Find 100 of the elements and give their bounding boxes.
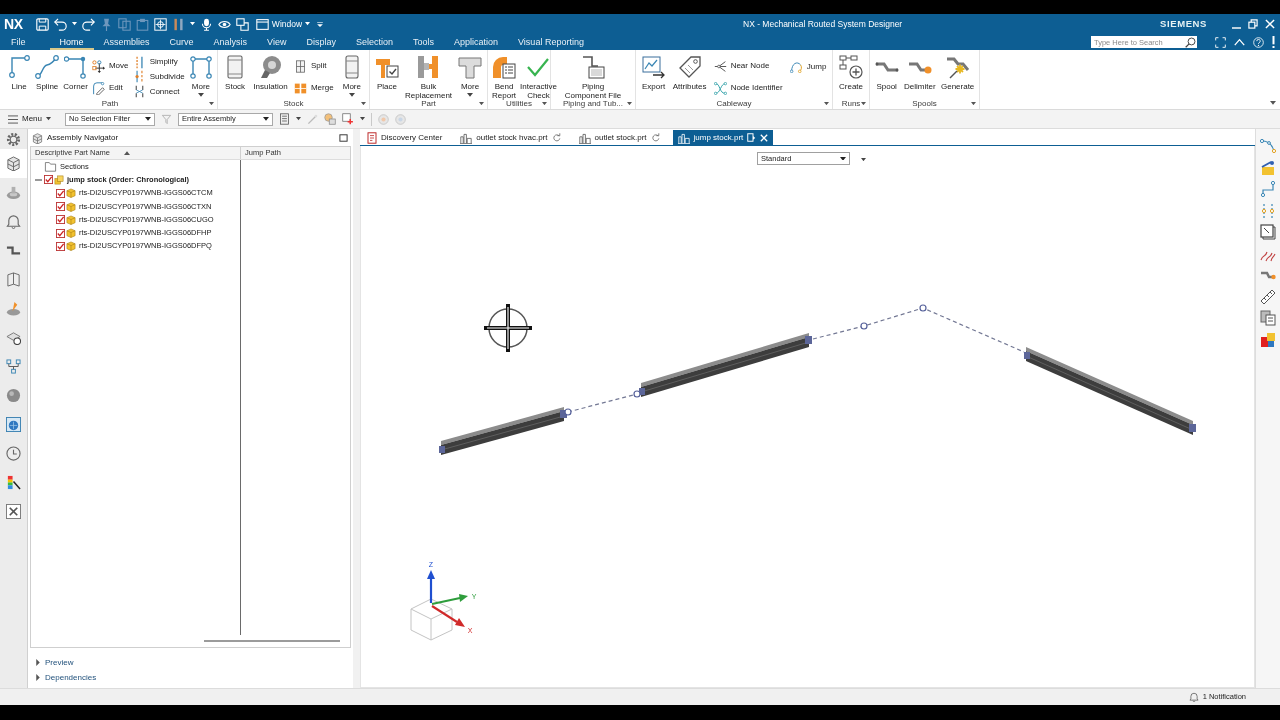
- refresh-icon[interactable]: [650, 133, 660, 142]
- ribbon-command-button[interactable]: Attributes: [671, 55, 708, 91]
- ribbon-command-button[interactable]: Bulk Replacement: [403, 55, 454, 100]
- checkbox[interactable]: [44, 175, 53, 185]
- checkbox[interactable]: [56, 215, 65, 225]
- ribbon-tab[interactable]: Assemblies: [93, 35, 160, 50]
- ribbon-command-button[interactable]: Export: [640, 55, 667, 91]
- ribbon-command-button[interactable]: More: [457, 55, 483, 97]
- ribbon-command-button[interactable]: Spline: [34, 55, 61, 91]
- close-icon[interactable]: [760, 133, 769, 142]
- caret-icon[interactable]: [71, 22, 77, 26]
- color-blocks-icon[interactable]: [1260, 331, 1276, 348]
- collapse-chevron-icon[interactable]: [1234, 38, 1245, 46]
- ribbon-command-button[interactable]: Edit: [90, 81, 124, 95]
- ruler-icon[interactable]: [1260, 288, 1276, 305]
- ribbon-command-button[interactable]: Split: [292, 59, 328, 73]
- windows-icon[interactable]: [235, 17, 249, 31]
- caret-icon[interactable]: [1270, 101, 1276, 105]
- ribbon-tab[interactable]: Selection: [345, 35, 403, 50]
- ribbon-command-button[interactable]: Near Node: [712, 59, 771, 73]
- ribbon-command-button[interactable]: Bend Report: [491, 55, 517, 100]
- window-menu-button[interactable]: Window: [253, 17, 313, 31]
- document-tab[interactable]: outlet stock.prt: [573, 130, 665, 145]
- ribbon-command-button[interactable]: Interactive Check: [519, 55, 558, 100]
- horizontal-scrollbar[interactable]: [204, 640, 340, 642]
- ribbon-tab[interactable]: Analysis: [203, 35, 258, 50]
- ribbon-command-button[interactable]: Node Identifier: [712, 81, 784, 95]
- caret-icon[interactable]: [861, 158, 866, 162]
- fullscreen-icon[interactable]: [1215, 36, 1226, 48]
- menu-button[interactable]: Menu: [6, 114, 53, 124]
- checkbox[interactable]: [56, 188, 65, 198]
- dotted-lines-icon[interactable]: [1260, 202, 1276, 219]
- caret-icon[interactable]: [861, 101, 866, 106]
- caret-icon[interactable]: [189, 22, 195, 26]
- save-icon[interactable]: [35, 17, 49, 31]
- caret-icon[interactable]: [971, 101, 976, 106]
- ribbon-tab[interactable]: View: [257, 35, 297, 50]
- caret-icon[interactable]: [296, 117, 301, 121]
- customize-caret-icon[interactable]: [317, 21, 324, 27]
- refresh-icon[interactable]: [551, 133, 561, 142]
- ribbon-command-button[interactable]: Generate: [939, 55, 976, 91]
- ribbon-command-button[interactable]: Spool: [873, 55, 900, 91]
- ribbon-command-button[interactable]: Simplify: [131, 55, 179, 69]
- restore-icon[interactable]: [1248, 19, 1258, 29]
- caret-icon[interactable]: [542, 101, 547, 106]
- resource-bar-tab[interactable]: [0, 149, 27, 178]
- ribbon-tab[interactable]: Display: [296, 35, 346, 50]
- close-icon[interactable]: [1265, 19, 1275, 29]
- document-tab[interactable]: jump stock.prt: [672, 130, 774, 145]
- checkbox[interactable]: [56, 241, 65, 251]
- panel-header[interactable]: Dependencies: [28, 670, 97, 685]
- ribbon-tab[interactable]: Visual Reporting: [508, 35, 594, 50]
- frame-icon[interactable]: [1260, 224, 1276, 240]
- help-icon[interactable]: [1253, 36, 1264, 48]
- ribbon-command-button[interactable]: Subdivide: [131, 70, 186, 84]
- caret-icon[interactable]: [360, 117, 365, 121]
- ribbon-command-button[interactable]: Move: [90, 59, 130, 73]
- ribbon-command-button[interactable]: Merge: [292, 81, 335, 95]
- ribbon-command-button[interactable]: Connect: [131, 85, 181, 99]
- ribbon-command-button[interactable]: Place: [373, 55, 400, 91]
- collapse-icon[interactable]: [35, 178, 42, 181]
- search-button[interactable]: [1183, 36, 1197, 48]
- target-box-icon[interactable]: [153, 17, 167, 31]
- document-icon[interactable]: [747, 133, 757, 142]
- caret-icon[interactable]: [361, 101, 366, 106]
- ribbon-command-button[interactable]: More: [187, 55, 214, 97]
- caret-icon[interactable]: [479, 101, 484, 106]
- documents-icon[interactable]: [1260, 310, 1276, 326]
- square-plus-icon[interactable]: [342, 113, 354, 125]
- ribbon-command-button[interactable]: Jump: [788, 60, 828, 73]
- ribbon-command-button[interactable]: Create: [838, 55, 864, 91]
- ribbon-command-button[interactable]: Delimiter: [903, 55, 937, 91]
- ribbon-tab[interactable]: Application: [444, 35, 509, 50]
- bars-icon[interactable]: [171, 17, 185, 31]
- ribbon-command-button[interactable]: Stock: [222, 55, 249, 91]
- ribbon-command-button[interactable]: Piping Component File: [561, 55, 625, 100]
- checkbox[interactable]: [56, 202, 65, 212]
- ribbon-tab[interactable]: Curve: [159, 35, 204, 50]
- ribbon-command-button[interactable]: Line: [6, 55, 33, 91]
- checkbox[interactable]: [56, 228, 65, 238]
- box-wand-icon[interactable]: [1260, 159, 1276, 176]
- redo-icon[interactable]: [81, 17, 95, 31]
- caret-icon[interactable]: [627, 101, 632, 106]
- ribbon-tab[interactable]: File: [0, 35, 36, 50]
- curve-nodes-icon[interactable]: [1260, 138, 1276, 154]
- polyline-icon[interactable]: [1260, 181, 1276, 197]
- ribbon-tab[interactable]: Tools: [403, 35, 444, 50]
- maximize-icon[interactable]: [339, 134, 348, 142]
- alert-icon[interactable]: [1272, 36, 1275, 48]
- document-tab[interactable]: outlet stock hvac.prt: [455, 130, 566, 145]
- ribbon-command-button[interactable]: Corner: [62, 55, 89, 91]
- ribbon-command-button[interactable]: More: [338, 55, 365, 97]
- caret-icon[interactable]: [824, 101, 829, 106]
- undo-icon[interactable]: [53, 17, 67, 31]
- document-tab[interactable]: Discovery Center: [362, 130, 448, 145]
- panel-header[interactable]: Preview: [28, 655, 74, 670]
- minimize-icon[interactable]: [1232, 26, 1241, 29]
- list-icon[interactable]: [279, 113, 290, 125]
- ribbon-command-button[interactable]: Insulation: [252, 55, 289, 91]
- microphone-icon[interactable]: [199, 17, 213, 31]
